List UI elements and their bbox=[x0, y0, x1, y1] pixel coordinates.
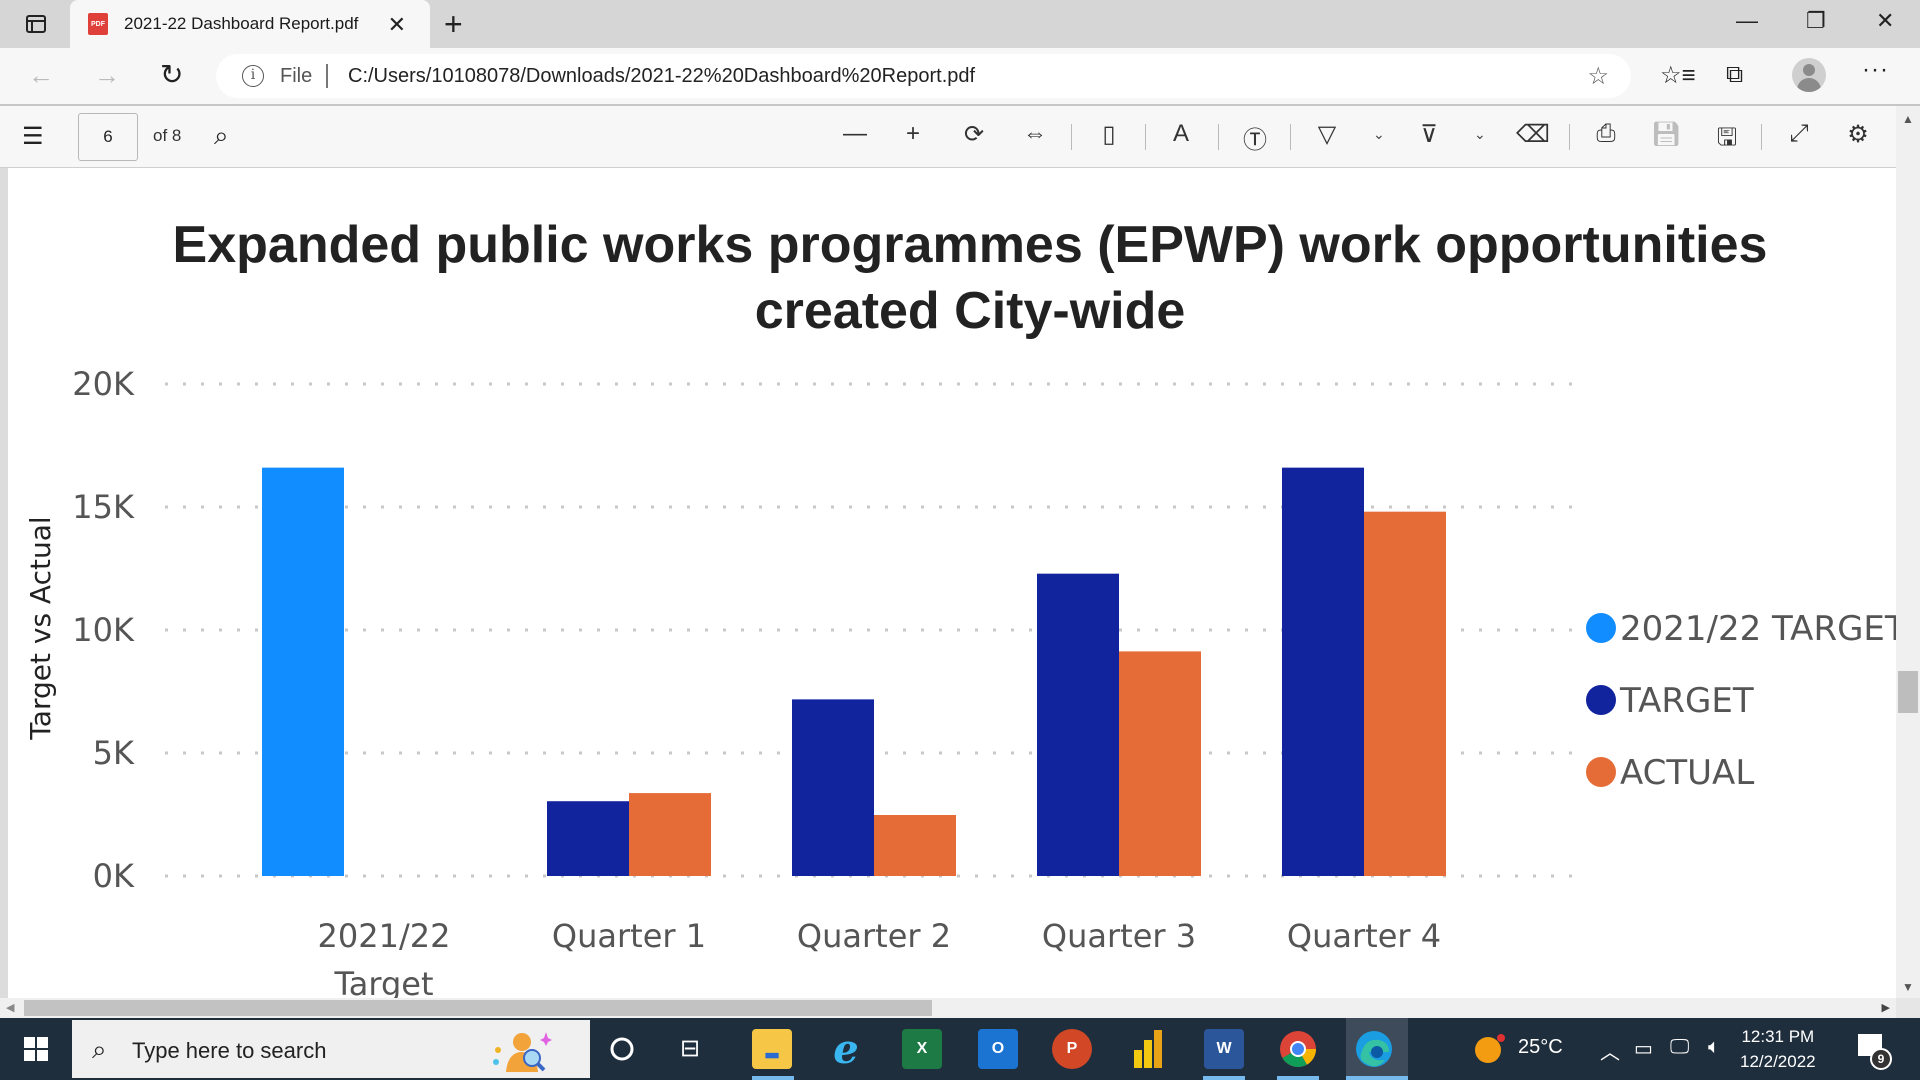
show-hidden-icons-chevron-icon[interactable]: ︿ bbox=[1600, 1036, 1620, 1065]
vertical-scrollbar[interactable]: ▲ ▼ bbox=[1896, 106, 1920, 998]
y-tick-label: 15K bbox=[72, 488, 135, 526]
clock-time: 12:31 PM bbox=[1741, 1027, 1815, 1046]
bar-actual[interactable] bbox=[1119, 651, 1201, 876]
x-axis-ticks: 2021/22 Target Quarter 1 Quarter 2 Quarter 3… bbox=[318, 917, 1442, 1000]
scroll-corner bbox=[1896, 998, 1920, 1018]
word-icon[interactable]: W bbox=[1204, 1029, 1244, 1069]
scroll-up-icon[interactable]: ▲ bbox=[1902, 112, 1914, 126]
y-tick-label: 0K bbox=[93, 857, 135, 895]
bar-actual[interactable] bbox=[629, 793, 711, 876]
taskbar-search-input[interactable]: ⌕ Type here to search bbox=[72, 1020, 590, 1078]
clock[interactable]: 12:31 PM 12/2/2022 bbox=[1740, 1024, 1816, 1074]
clock-date: 12/2/2022 bbox=[1740, 1052, 1816, 1071]
file-explorer-icon[interactable]: ▂ bbox=[752, 1029, 792, 1069]
outlook-icon[interactable]: O bbox=[978, 1029, 1018, 1069]
x-tick-label: 2021/22 bbox=[318, 917, 451, 955]
bar-actual[interactable] bbox=[1364, 511, 1446, 876]
running-indicator bbox=[1277, 1076, 1319, 1080]
notification-count-badge: 9 bbox=[1870, 1048, 1892, 1070]
legend-marker bbox=[1586, 757, 1616, 787]
weather-icon[interactable] bbox=[1474, 1032, 1508, 1066]
vertical-scroll-thumb[interactable] bbox=[1898, 671, 1918, 713]
cortana-icon[interactable] bbox=[608, 1035, 636, 1063]
weather-temp[interactable]: 25°C bbox=[1518, 1036, 1563, 1059]
internet-explorer-icon[interactable]: e bbox=[826, 1026, 866, 1073]
search-highlight-icon bbox=[493, 1032, 552, 1072]
bar-chart: 0K 5K 10K 15K 20K Target vs Actual 2021/22 Ta… bbox=[24, 365, 1906, 1000]
power-bi-icon[interactable] bbox=[1128, 1029, 1168, 1069]
horizontal-scrollbar[interactable]: ◀ ▶ bbox=[0, 998, 1896, 1018]
x-tick-label: Quarter 4 bbox=[1287, 917, 1441, 955]
legend-label: ACTUAL bbox=[1620, 753, 1754, 793]
battery-icon[interactable]: ▭ bbox=[1634, 1036, 1653, 1061]
task-view-icon[interactable]: ⊟ bbox=[680, 1034, 700, 1063]
network-icon[interactable]: 🖵︎ bbox=[1670, 1036, 1689, 1059]
scroll-right-icon[interactable]: ▶ bbox=[1882, 1001, 1890, 1014]
legend-label: 2021/22 TARGET bbox=[1620, 609, 1906, 649]
y-tick-label: 10K bbox=[72, 611, 135, 649]
x-tick-label: Target bbox=[334, 965, 434, 1000]
excel-icon[interactable]: X bbox=[902, 1029, 942, 1069]
scroll-left-icon[interactable]: ◀ bbox=[6, 1001, 14, 1014]
edge-icon[interactable] bbox=[1354, 1029, 1394, 1069]
bar-target[interactable] bbox=[792, 699, 874, 876]
x-tick-label: Quarter 1 bbox=[552, 917, 706, 955]
running-indicator bbox=[1346, 1076, 1408, 1080]
powerpoint-icon[interactable]: P bbox=[1052, 1029, 1092, 1069]
bar-target[interactable] bbox=[547, 801, 629, 876]
start-windows-icon[interactable] bbox=[24, 1037, 48, 1061]
x-tick-label: Quarter 2 bbox=[797, 917, 951, 955]
legend-label: TARGET bbox=[1619, 681, 1754, 721]
legend: 2021/22 TARGET TARGET ACTUAL bbox=[1586, 609, 1906, 793]
bar-2021-22-target[interactable] bbox=[262, 467, 344, 876]
search-placeholder: Type here to search bbox=[132, 1038, 327, 1063]
bars bbox=[262, 467, 1446, 876]
y-axis-title: Target vs Actual bbox=[24, 516, 57, 740]
bar-actual[interactable] bbox=[874, 814, 956, 876]
bar-target[interactable] bbox=[1282, 467, 1364, 876]
y-tick-label: 5K bbox=[93, 734, 135, 772]
y-tick-label: 20K bbox=[72, 365, 135, 403]
legend-marker bbox=[1586, 613, 1616, 643]
volume-icon[interactable]: 🔈︎ bbox=[1708, 1036, 1720, 1059]
scroll-down-icon[interactable]: ▼ bbox=[1902, 980, 1914, 994]
y-axis-ticks: 0K 5K 10K 15K 20K bbox=[72, 365, 135, 895]
search-icon: ⌕ bbox=[92, 1034, 107, 1064]
chrome-icon[interactable] bbox=[1278, 1029, 1318, 1069]
legend-marker bbox=[1586, 685, 1616, 715]
bar-target[interactable] bbox=[1037, 573, 1119, 876]
horizontal-scroll-thumb[interactable] bbox=[24, 1000, 932, 1016]
taskbar: ⌕ Type here to search ⊟ ▂ e X O P W 25°C… bbox=[0, 1018, 1920, 1080]
running-indicator bbox=[752, 1076, 794, 1080]
running-indicator bbox=[1203, 1076, 1245, 1080]
x-tick-label: Quarter 3 bbox=[1042, 917, 1196, 955]
